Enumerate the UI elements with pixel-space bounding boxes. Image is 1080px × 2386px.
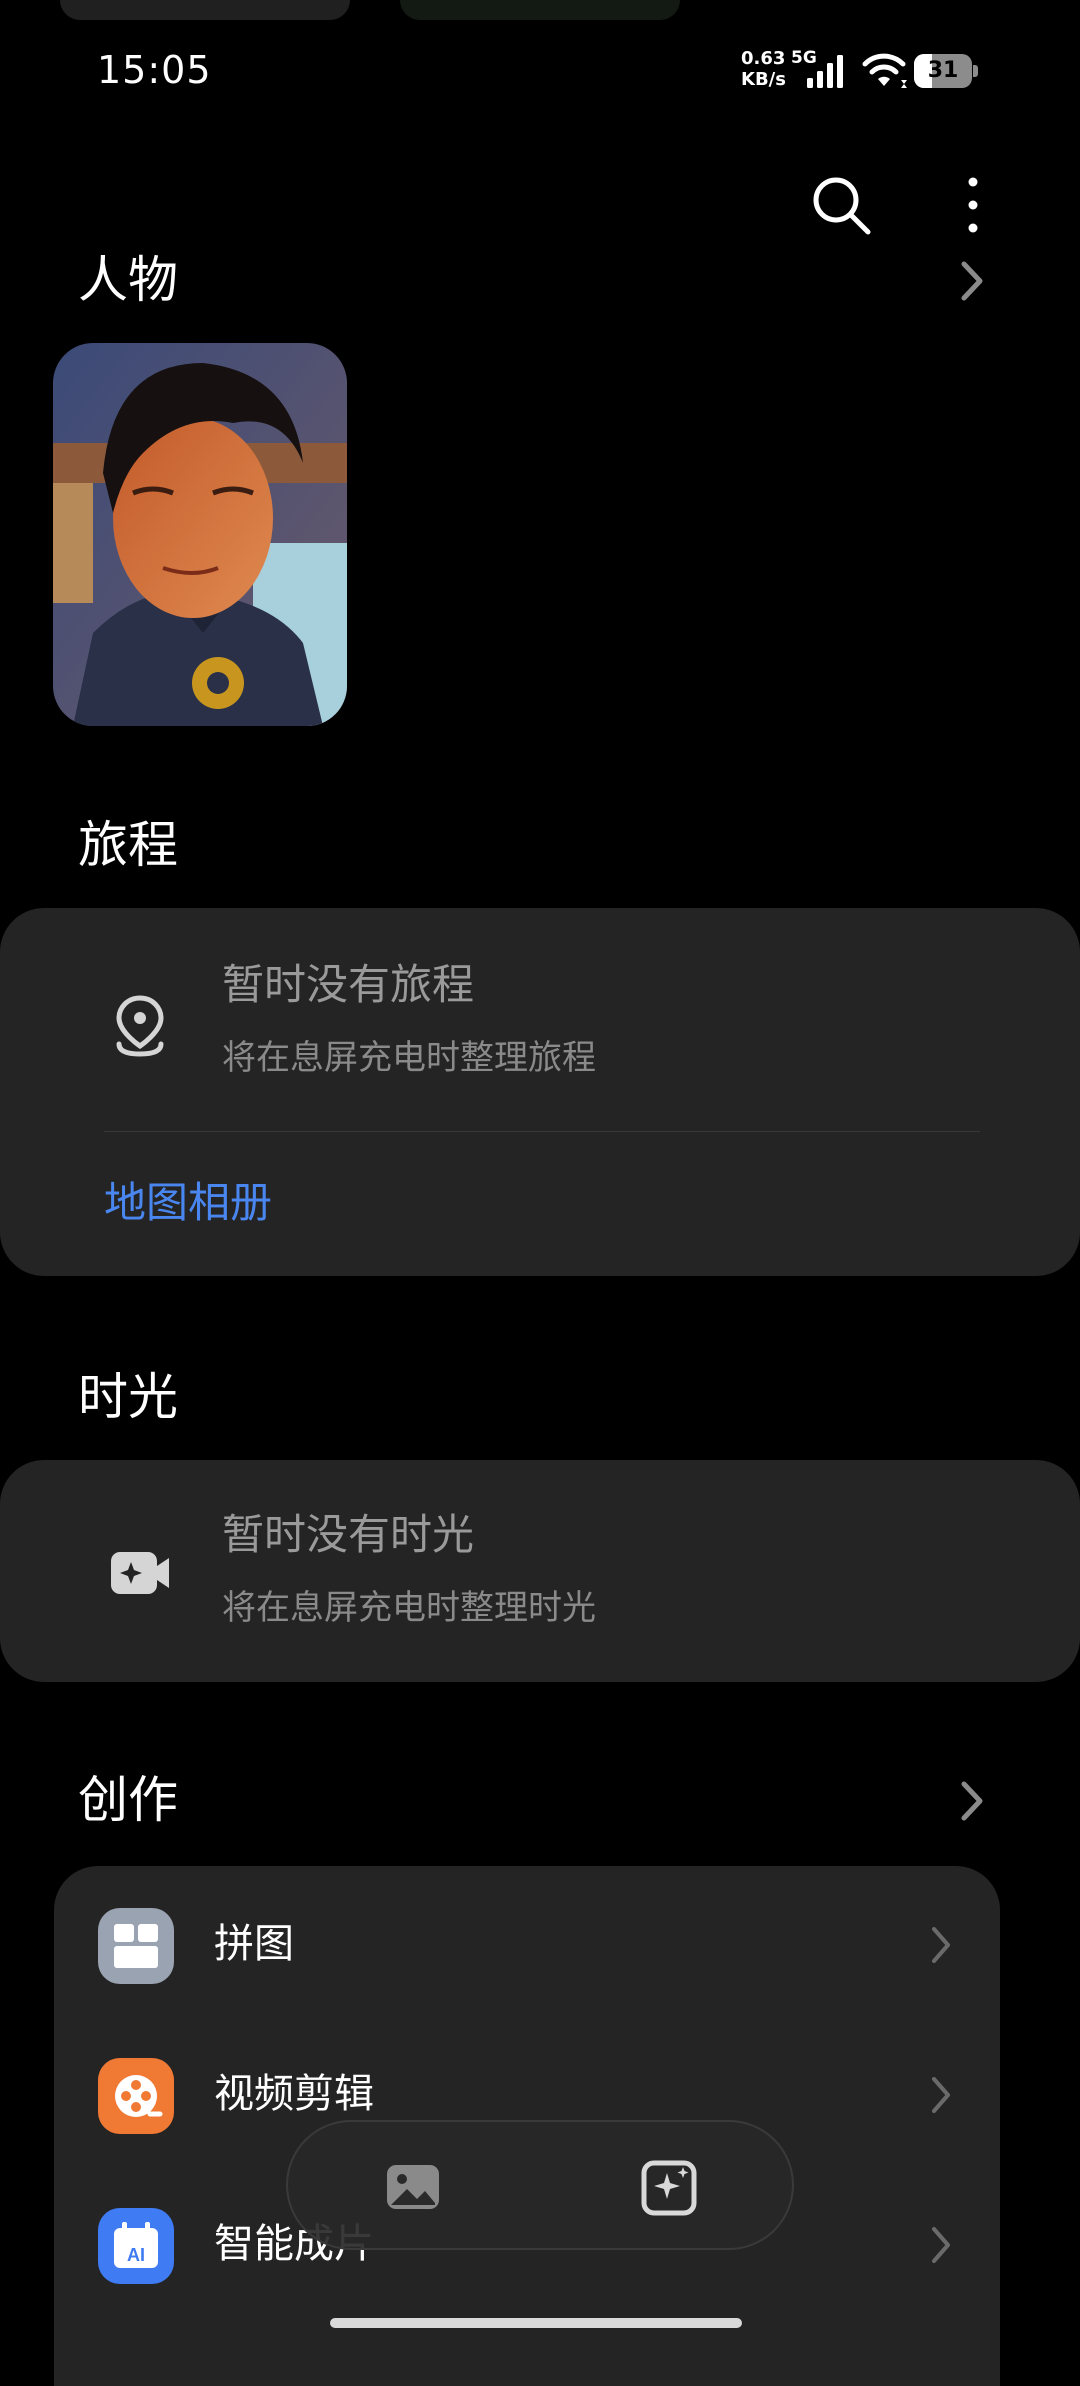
home-indicator[interactable] xyxy=(330,2318,742,2328)
ai-sparkle-icon[interactable] xyxy=(640,2157,700,2217)
journey-empty-subtitle: 将在息屏充电时整理旅程 xyxy=(222,1038,596,1078)
people-chevron-icon[interactable] xyxy=(952,256,992,306)
collage-icon xyxy=(98,1908,174,1984)
card-divider xyxy=(104,1131,980,1132)
signal-icon xyxy=(807,55,843,88)
journey-empty-title: 暂时没有旅程 xyxy=(222,960,475,1009)
list-item-label: 视频剪辑 xyxy=(214,2071,374,2117)
memory-video-icon xyxy=(111,1552,169,1594)
film-reel-icon xyxy=(98,2058,174,2134)
wifi-icon xyxy=(862,53,907,88)
chevron-right-icon xyxy=(932,1927,950,1963)
list-item-collage[interactable]: 拼图 xyxy=(54,1873,1000,2023)
map-album-link[interactable]: 地图相册 xyxy=(104,1178,272,1228)
search-icon[interactable] xyxy=(808,172,874,238)
moments-card: 暂时没有时光 将在息屏充电时整理时光 xyxy=(0,1460,1080,1682)
person-thumbnail[interactable] xyxy=(53,343,347,726)
svg-text:AI: AI xyxy=(127,2245,145,2265)
moments-empty-title: 暂时没有时光 xyxy=(222,1510,475,1559)
chevron-right-icon xyxy=(932,2077,950,2113)
list-item-label: 拼图 xyxy=(214,1921,294,1967)
moments-empty-subtitle: 将在息屏充电时整理时光 xyxy=(222,1588,596,1628)
ai-calendar-icon: AI xyxy=(98,2208,174,2284)
people-section-title: 人物 xyxy=(78,251,178,309)
bottom-floating-bar xyxy=(286,2120,794,2250)
battery-level: 31 xyxy=(927,58,959,83)
creation-chevron-icon[interactable] xyxy=(952,1776,992,1826)
status-time: 15:05 xyxy=(97,48,212,92)
chevron-right-icon xyxy=(932,2227,950,2263)
more-vertical-icon[interactable] xyxy=(948,172,998,238)
journey-section-title: 旅程 xyxy=(78,816,178,874)
location-pin-icon xyxy=(116,995,164,1057)
photos-icon[interactable] xyxy=(383,2157,443,2217)
journey-card: 暂时没有旅程 将在息屏充电时整理旅程 地图相册 xyxy=(0,908,1080,1276)
creation-section-title: 创作 xyxy=(78,1771,178,1829)
network-speed-unit: KB/s xyxy=(741,69,786,90)
moments-section-title: 时光 xyxy=(78,1368,178,1426)
status-bar: 15:05 0.63 5G KB/s 31 xyxy=(0,0,1080,140)
battery-icon: 31 xyxy=(914,54,978,88)
